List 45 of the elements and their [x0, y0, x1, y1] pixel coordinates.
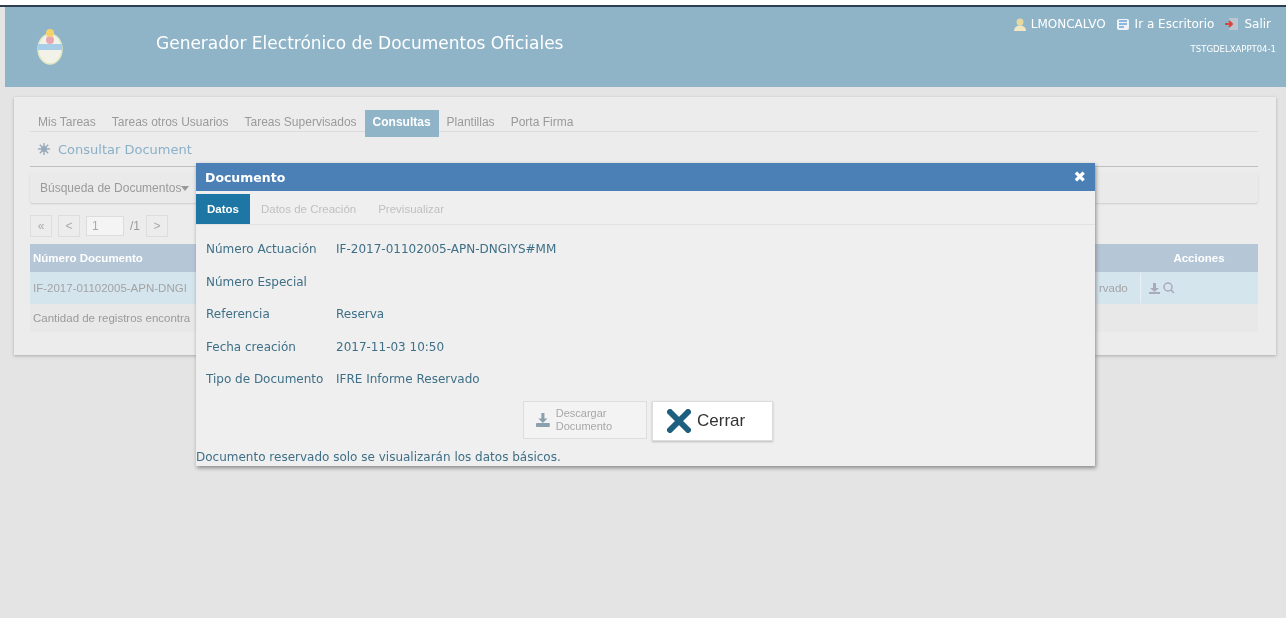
caret-icon [181, 185, 190, 191]
section-title: Consultar Document [58, 141, 192, 157]
dialog-title: Documento [205, 169, 286, 185]
field-value: Reserva [336, 307, 385, 322]
close-button[interactable]: ✖ [1073, 168, 1086, 186]
next-page-button[interactable]: > [146, 215, 168, 237]
user-icon [1013, 17, 1026, 31]
records-count: Cantidad de registros encontra [33, 312, 191, 324]
column-header: Acciones [1140, 244, 1258, 272]
gear-icon [38, 143, 50, 155]
search-menu-label: Búsqueda de Documentos [40, 181, 182, 195]
download-icon[interactable] [1149, 282, 1160, 294]
field-value: IFRE Informe Reservado [336, 372, 480, 387]
first-page-button[interactable]: « [30, 215, 52, 237]
previous-page-button[interactable]: < [58, 215, 80, 237]
field-value: 2017-11-03 10:50 [336, 339, 445, 354]
nav-tab[interactable]: Consultas [364, 110, 439, 137]
header-link[interactable]: Ir a Escritorio [1134, 17, 1215, 31]
page-total: /1 [130, 219, 140, 233]
nav-tab[interactable]: Tareas otros Usuarios [103, 110, 237, 137]
username: LMONCALVO [1030, 17, 1106, 31]
exit-icon [1224, 17, 1240, 31]
field-label: Número Especial [206, 274, 308, 289]
x-icon [667, 408, 691, 433]
nav-tab[interactable]: Plantillas [438, 110, 503, 137]
table-cell: rvado [1097, 272, 1140, 304]
field-label: Referencia [206, 307, 271, 322]
app-title: Generador Electrónico de Documentos Oficiales [156, 33, 564, 53]
search-icon[interactable] [1163, 282, 1175, 294]
field-label: Número Actuación [206, 242, 318, 257]
download-icon [536, 410, 550, 429]
field-label: Tipo de Documento [206, 372, 325, 387]
page-field[interactable]: 1 [86, 216, 124, 236]
nav-tab[interactable]: Tareas Supervisados [236, 110, 365, 137]
field-label: Fecha creación [206, 339, 297, 354]
info-message: Documento reservado solo se visualizarán los datos básicos. [196, 449, 562, 464]
nav-tab[interactable]: Porta Firma [502, 110, 582, 137]
header-link[interactable]: Salir [1244, 17, 1271, 31]
dialog-tab[interactable]: Datos [196, 194, 250, 224]
field-value: IF-2017-01102005-APN-DNGIYS#MM [336, 242, 557, 257]
notepad-icon [1115, 17, 1130, 31]
server-name: TSTGDELXAPPT04-1 [1190, 44, 1276, 54]
coat-of-arms-logo [35, 27, 65, 67]
nav-tab[interactable]: Mis Tareas [30, 110, 104, 137]
close-button[interactable]: Cerrar [652, 400, 773, 441]
